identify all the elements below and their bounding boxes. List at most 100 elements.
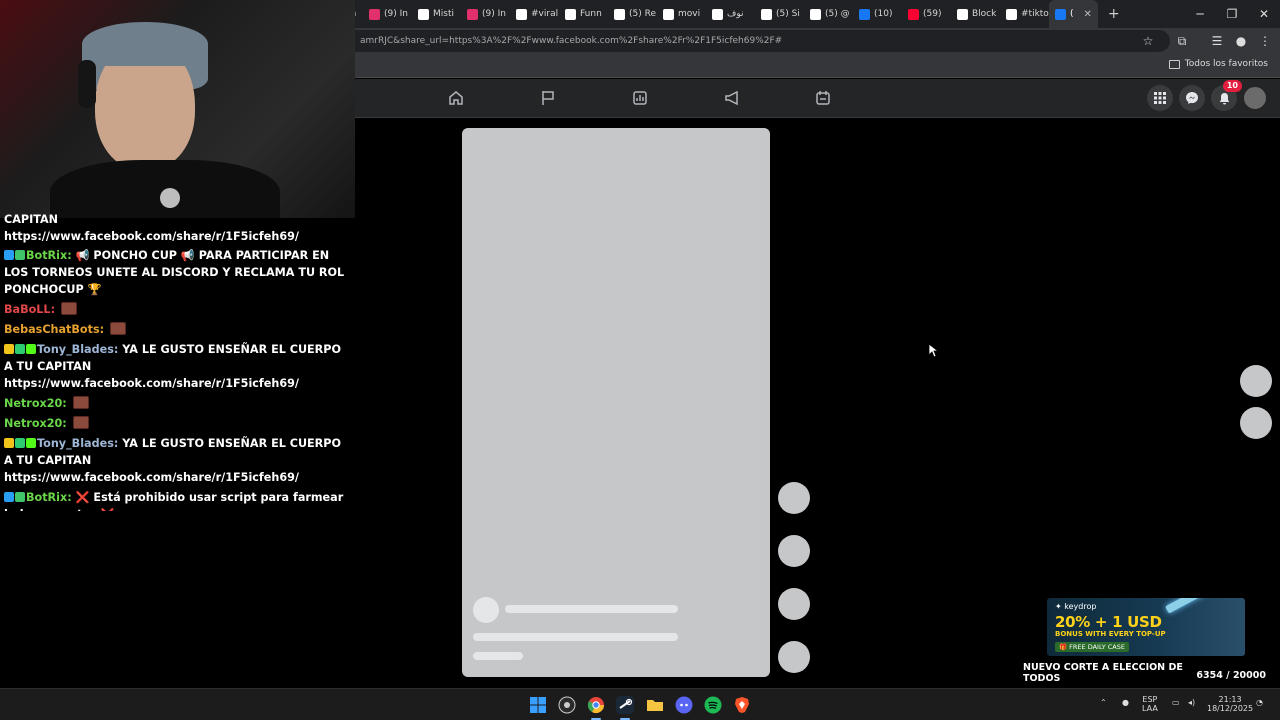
browser-tab[interactable]: Misti <box>412 0 461 28</box>
chat-username[interactable]: Netrox20 <box>4 397 62 410</box>
chat-username[interactable]: Netrox20 <box>4 417 62 430</box>
browser-tab[interactable]: (5) Re <box>608 0 657 28</box>
ad-brand: ✦ keydrop <box>1055 602 1097 611</box>
goal-target: / 20000 <box>1226 670 1266 681</box>
browser-tab[interactable]: (59) <box>902 0 951 28</box>
chat-emote-icon <box>72 396 89 409</box>
close-tab-icon[interactable]: ✕ <box>1084 9 1092 20</box>
tab-favicon-icon <box>418 8 429 20</box>
profile-icon[interactable]: ● <box>1232 32 1250 50</box>
next-reel-button[interactable] <box>1240 407 1272 439</box>
chat-message: BebasChatBots: <box>0 321 355 338</box>
tab-favicon-icon <box>908 8 919 20</box>
chevron-up-icon[interactable]: ⌃ <box>1100 698 1107 707</box>
extensions-icon[interactable]: ⧉ <box>1173 32 1191 50</box>
chat-badge-icon <box>15 438 25 448</box>
window-controls: ─ ❐ ✕ <box>1184 0 1280 28</box>
discord-icon[interactable] <box>675 696 693 714</box>
chat-separator: : <box>113 437 123 450</box>
browser-tab[interactable]: movi <box>657 0 706 28</box>
chat-username[interactable]: BotRix <box>26 491 67 504</box>
chat-username[interactable]: BaBoLL <box>4 303 51 316</box>
home-icon[interactable] <box>447 89 465 107</box>
like-button-placeholder[interactable] <box>778 482 810 514</box>
tab-label: نوف <box>727 9 744 19</box>
tab-favicon-icon <box>467 8 478 20</box>
browser-tab[interactable]: Block <box>951 0 1000 28</box>
previous-reel-button[interactable] <box>1240 365 1272 397</box>
maximize-button[interactable]: ❐ <box>1216 0 1248 28</box>
browser-tab[interactable]: #viral <box>510 0 559 28</box>
menu-icon[interactable]: ⋮ <box>1256 32 1274 50</box>
tab-label: #tiktok <box>1021 9 1049 19</box>
keydrop-ad-banner: ✦ keydrop 20% + 1 USD BONUS WITH EVERY T… <box>1047 598 1245 656</box>
webcam-hair-top <box>82 22 208 66</box>
grid-icon <box>1154 92 1166 104</box>
tab-active[interactable]: ( ✕ <box>1049 0 1098 28</box>
brave-icon[interactable] <box>733 696 751 714</box>
chat-emote-icon <box>72 416 89 429</box>
browser-tab[interactable]: (5) @ <box>804 0 853 28</box>
browser-tab[interactable]: #tiktok <box>1000 0 1049 28</box>
tab-favicon-icon <box>1006 8 1017 20</box>
steam-icon[interactable] <box>616 696 634 714</box>
tab-favicon-icon <box>712 8 723 20</box>
browser-tab[interactable]: (10) <box>853 0 902 28</box>
obs-icon[interactable] <box>558 696 576 714</box>
chrome-icon[interactable] <box>587 696 605 714</box>
windows-taskbar: ⌃ ● ESP LAA ▭ ◂) 21:13 18/12/2025 ◔ <box>0 688 1280 720</box>
notifications-center-icon[interactable]: ◔ <box>1256 698 1263 707</box>
tab-active-label: ( <box>1070 9 1074 19</box>
clock[interactable]: 21:13 18/12/2025 <box>1207 695 1253 713</box>
browser-tab[interactable]: (9) In <box>363 0 412 28</box>
network-icon[interactable]: ▭ <box>1172 698 1180 707</box>
spotify-icon[interactable] <box>704 696 722 714</box>
language-indicator[interactable]: ESP LAA <box>1142 695 1158 713</box>
volume-icon[interactable]: ◂) <box>1188 698 1195 707</box>
apps-menu-button[interactable] <box>1147 85 1173 111</box>
share-button-placeholder[interactable] <box>778 588 810 620</box>
browser-tab[interactable]: Funn <box>559 0 608 28</box>
playlist-icon[interactable]: ☰ <box>1208 32 1226 50</box>
more-button-placeholder[interactable] <box>778 641 810 673</box>
chat-username[interactable]: Tony_Blades <box>37 437 114 450</box>
chat-separator: : <box>62 397 71 410</box>
chat-username[interactable]: BotRix <box>26 249 67 262</box>
new-tab-button[interactable]: + <box>1108 6 1120 22</box>
browser-tab[interactable]: نوف <box>706 0 755 28</box>
chat-message: BotRix: 📢 PONCHO CUP 📢 PARA PARTICIPAR E… <box>0 247 355 298</box>
chat-separator: : <box>113 343 123 356</box>
windows-start-icon[interactable] <box>529 696 547 714</box>
tab-favicon-icon <box>565 8 576 20</box>
chat-message: BotRix: ❌ Está prohibido usar script par… <box>0 489 355 511</box>
messenger-button[interactable] <box>1179 85 1205 111</box>
close-window-button[interactable]: ✕ <box>1248 0 1280 28</box>
chat-emote-icon <box>110 322 126 335</box>
tab-favicon-icon <box>957 8 968 20</box>
mic-icon[interactable]: ● <box>1122 698 1129 707</box>
ads-megaphone-icon[interactable] <box>723 89 741 107</box>
browser-tab[interactable]: (9) In <box>461 0 510 28</box>
profile-avatar[interactable] <box>1242 85 1268 111</box>
ad-free-case: 🎁 FREE DAILY CASE <box>1055 642 1129 652</box>
skeleton-line <box>473 652 523 660</box>
file-explorer-icon[interactable] <box>646 696 664 714</box>
all-bookmarks[interactable]: Todos los favoritos <box>1168 59 1268 69</box>
calendar-icon[interactable] <box>814 89 832 107</box>
browser-tab[interactable]: (5) Si <box>755 0 804 28</box>
minimize-button[interactable]: ─ <box>1184 0 1216 28</box>
chat-separator: : <box>67 491 76 504</box>
tab-favicon-icon <box>810 8 821 20</box>
star-icon[interactable]: ☆ <box>1139 32 1157 50</box>
facebook-icon <box>1055 8 1066 20</box>
chat-badge-icon <box>15 492 25 502</box>
mouse-cursor-icon <box>928 343 938 358</box>
goal-title: NUEVO CORTE A ELECCION DE TODOS <box>1023 662 1183 684</box>
comment-button-placeholder[interactable] <box>778 535 810 567</box>
chat-username[interactable]: Tony_Blades <box>37 343 114 356</box>
insights-icon[interactable] <box>631 89 649 107</box>
chat-username[interactable]: BebasChatBots <box>4 323 100 336</box>
pages-flag-icon[interactable] <box>539 89 557 107</box>
chat-badge-icon <box>26 438 36 448</box>
notifications-button[interactable]: 10 <box>1211 80 1242 111</box>
